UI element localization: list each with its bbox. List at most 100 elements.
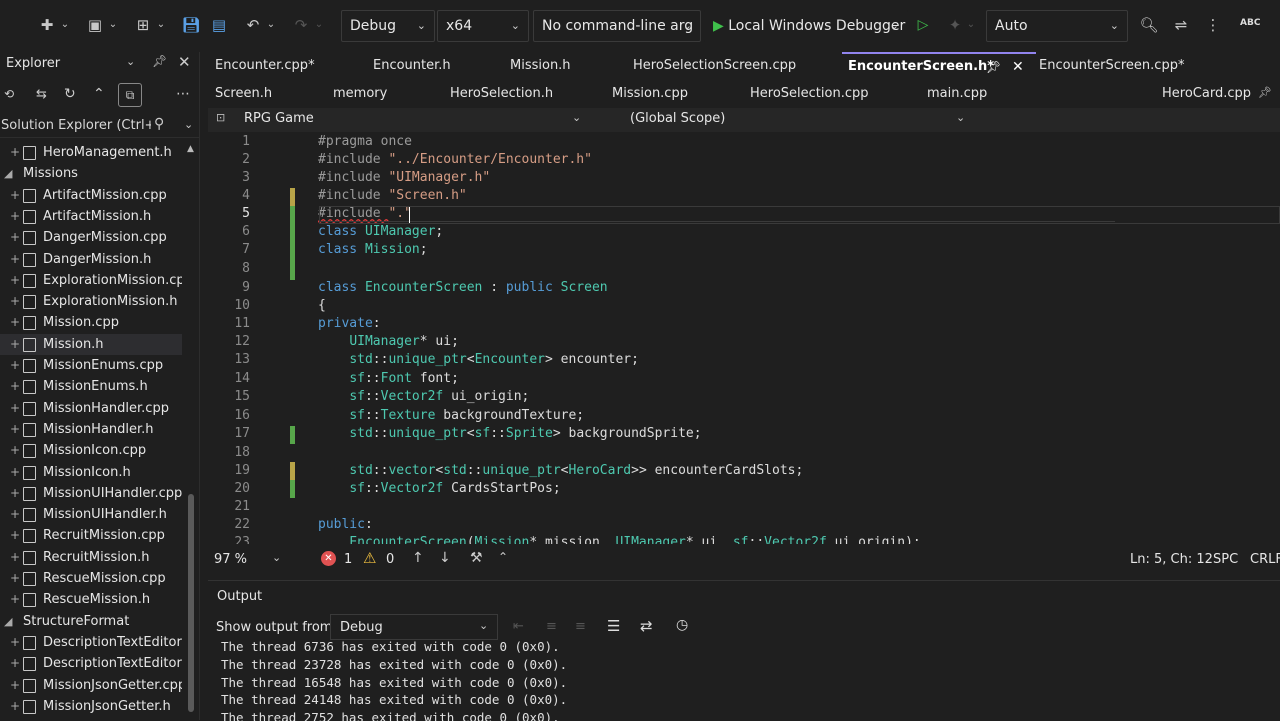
tree-file[interactable]: + ExplorationMission.h [0,291,182,312]
start-without-debugging-icon[interactable]: ▷ [912,14,934,36]
expand-arrow-icon[interactable]: + [10,504,20,525]
whitespace-mode[interactable]: SPC [1213,552,1238,567]
arrow-up-icon[interactable]: ↑ [412,550,424,566]
line-endings[interactable]: CRLF [1250,552,1280,567]
expand-arrow-icon[interactable]: + [10,291,20,312]
tab-heroselection-h[interactable]: HeroSelection.h [450,80,553,108]
hot-reload-icon[interactable]: ✦ [944,14,966,36]
save-all-icon[interactable]: ▤ [208,14,230,36]
tab-heroselectionscreen-cpp[interactable]: HeroSelectionScreen.cpp [633,52,796,80]
pin-icon[interactable]: 📌︎ [152,54,167,68]
tree-file[interactable]: + DescriptionTextEditor.h [0,653,182,674]
tree-file[interactable]: + HeroManagement.h [0,142,182,163]
expand-arrow-icon[interactable]: + [10,462,20,483]
expand-arrow-icon[interactable]: + [10,398,20,419]
tree-file[interactable]: + MissionIcon.h [0,462,182,483]
command-args-dropdown[interactable]: No command-line arg ⌄ [533,10,701,42]
arrow-down-icon[interactable]: ↓ [439,550,451,566]
back-icon[interactable]: ⟲ [4,87,14,101]
chevron-down-icon[interactable]: ⌄ [272,551,281,564]
tab-memory[interactable]: memory [333,80,387,108]
pin-icon[interactable]: 📌︎ [986,54,1001,80]
expand-arrow-icon[interactable]: + [10,696,20,717]
expand-arrow-icon[interactable]: + [10,270,20,291]
target-dropdown[interactable]: Auto ⌄ [986,10,1128,42]
sync-icon[interactable]: ⇆ [36,87,47,102]
expand-arrow-icon[interactable]: + [10,142,20,163]
expand-arrow-icon[interactable]: + [10,227,20,248]
project-dropdown[interactable]: ⊡ RPG Game ⌄ [212,109,592,131]
tab-screen-h[interactable]: Screen.h [215,80,272,108]
tree-file[interactable]: + RescueMission.cpp [0,568,182,589]
close-icon[interactable]: ✕ [178,53,191,71]
expand-arrow-icon[interactable]: + [10,589,20,610]
expand-arrow-icon[interactable]: + [10,440,20,461]
tree-file[interactable]: + MissionJsonGetter.h [0,696,182,717]
tree-file[interactable]: + MissionIcon.cpp [0,440,182,461]
tree-file[interactable]: + DescriptionTextEditor.c [0,632,182,653]
tree-file[interactable]: + MissionUIHandler.cpp [0,483,182,504]
tree-file[interactable]: + Mission.h [0,333,182,355]
tree-file[interactable]: + DangerMission.h [0,249,182,270]
warning-count[interactable]: 0 [386,552,394,567]
tree-folder[interactable]: ◢ StructureFormat [0,611,182,632]
find-in-files-icon[interactable]: 🔍︎ [1138,14,1160,36]
close-tab-icon[interactable]: ✕ [1012,54,1024,80]
error-icon[interactable]: ✕ [321,551,336,566]
prev-message-icon[interactable]: ≡ [546,619,557,634]
tree-file[interactable]: + RecruitMission.h [0,547,182,568]
tab-encounterscreen-cpp[interactable]: EncounterScreen.cpp* [1039,52,1184,80]
expand-arrow-icon[interactable]: + [10,334,20,355]
tree-file[interactable]: + ArtifactMission.h [0,206,182,227]
chevron-down-icon[interactable]: ⌄ [184,118,193,131]
tree-file[interactable]: + DangerMission.cpp [0,227,182,248]
clear-all-icon[interactable]: ☰ [607,617,620,635]
expand-arrow-icon[interactable]: + [10,312,20,333]
new-file-icon[interactable]: ▣ [84,14,106,36]
chevron-down-icon[interactable]: ⌄ [108,14,118,36]
tree-file[interactable]: + RescueMission.h [0,589,182,610]
chevron-down-icon[interactable]: ⌄ [60,14,70,36]
tree-file[interactable]: + Mission.cpp [0,312,182,333]
chevron-down-icon[interactable]: ⌄ [126,55,135,68]
chevron-down-icon[interactable]: ⌄ [156,14,166,36]
code-editor[interactable]: 1 2 3 4 5 6 7 8 9 10 11 12 13 14 15 16 17 18 19 20 21 22 23 #p… [208,132,1280,544]
tab-encounter-h[interactable]: Encounter.h [373,52,451,80]
tab-heroselection-cpp[interactable]: HeroSelection.cpp [750,80,868,108]
output-source-dropdown[interactable]: Debug ⌄ [330,614,498,640]
tree-file[interactable]: + MissionHandler.cpp [0,398,182,419]
spell-check-icon[interactable]: ABC [1240,18,1260,28]
expand-arrow-icon[interactable]: + [10,185,20,206]
collapse-all-icon[interactable]: ⌃ [93,86,105,102]
tree-folder[interactable]: ◢ Missions [0,163,182,184]
new-project-icon[interactable]: ✚ [36,14,58,36]
more-options-icon[interactable]: ⋮ [1202,14,1224,36]
expand-arrow-icon[interactable]: + [10,653,20,674]
tree-file[interactable]: + MissionEnums.h [0,376,182,397]
search-input[interactable]: Solution Explorer (Ctrl+ş [1,118,151,133]
tree-file[interactable]: + MissionEnums.cpp [0,355,182,376]
chevron-down-icon[interactable]: ⌄ [966,14,976,36]
expand-arrow-icon[interactable]: + [10,547,20,568]
expand-arrow-icon[interactable]: + [10,675,20,696]
tab-herocard-cpp[interactable]: HeroCard.cpp [1162,80,1251,108]
output-text[interactable]: The thread 6736 has exited with code 0 (… [208,639,1280,721]
expand-arrow-icon[interactable]: + [10,206,20,227]
tree-file[interactable]: + MissionJsonGetter.cpp [0,675,182,696]
tab-encounterscreen-h[interactable]: EncounterScreen.h* 📌︎ ✕ [842,52,1036,80]
start-debugging-button[interactable]: ▶ Local Windows Debugger ⌄ [704,10,908,42]
warning-icon[interactable]: ⚠ [363,549,376,567]
word-wrap-icon[interactable]: ⇄ [640,617,653,635]
clock-icon[interactable]: ◷ [676,617,688,633]
chevron-down-icon[interactable]: ⌄ [314,14,324,36]
find-message-icon[interactable]: ⇤ [513,619,524,634]
error-count[interactable]: 1 [344,552,352,567]
expand-arrow-icon[interactable]: + [10,419,20,440]
show-all-files-icon[interactable]: ⧉ [118,83,142,107]
expand-arrow-icon[interactable]: + [10,568,20,589]
expand-arrow-icon[interactable]: ◢ [4,163,12,184]
expand-arrow-icon[interactable]: + [10,249,20,270]
solution-search[interactable]: Solution Explorer (Ctrl+ş ⚲ ⌄ [0,116,200,138]
expand-arrow-icon[interactable]: + [10,632,20,653]
expand-arrow-icon[interactable]: ◢ [4,611,12,632]
